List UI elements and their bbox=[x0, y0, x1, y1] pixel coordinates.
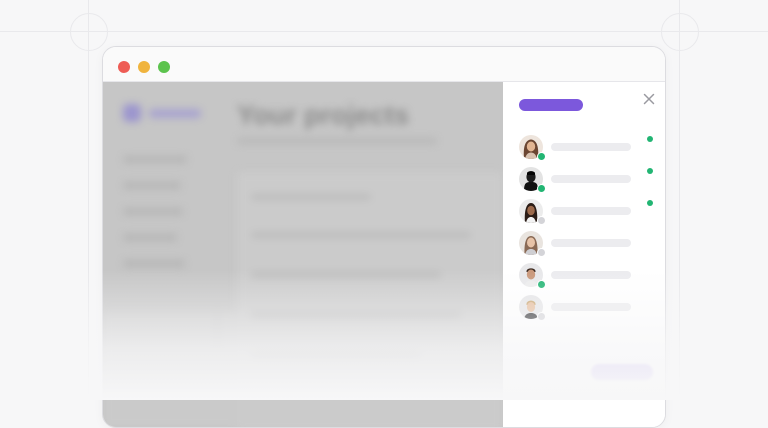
panel-title bbox=[519, 99, 583, 111]
page-subtitle bbox=[237, 138, 437, 144]
sidebar-item bbox=[123, 234, 177, 241]
card-line bbox=[251, 232, 471, 238]
member-name bbox=[551, 175, 631, 183]
avatar bbox=[519, 231, 546, 257]
guide-circle-left bbox=[70, 13, 108, 51]
status-dot bbox=[647, 168, 653, 174]
window-titlebar bbox=[103, 47, 665, 82]
member-row[interactable] bbox=[503, 135, 665, 161]
member-name bbox=[551, 239, 631, 247]
app-window: Your projects bbox=[102, 46, 666, 428]
member-name bbox=[551, 271, 631, 279]
app-logo-icon bbox=[123, 104, 141, 122]
avatar bbox=[519, 263, 546, 289]
member-name bbox=[551, 207, 631, 215]
page-title: Your projects bbox=[237, 100, 410, 130]
avatar bbox=[519, 199, 546, 225]
presence-indicator bbox=[537, 280, 546, 289]
window-minimize-button[interactable] bbox=[138, 61, 150, 73]
guide-line-vertical-left bbox=[88, 0, 89, 400]
sidebar-item bbox=[123, 208, 183, 215]
window-close-button[interactable] bbox=[118, 61, 130, 73]
sidebar-item bbox=[123, 182, 181, 189]
members-panel bbox=[503, 82, 665, 427]
member-row[interactable] bbox=[503, 263, 665, 289]
window-maximize-button[interactable] bbox=[158, 61, 170, 73]
member-row[interactable] bbox=[503, 295, 665, 321]
card-line bbox=[251, 352, 421, 358]
member-row[interactable] bbox=[503, 199, 665, 225]
projects-card bbox=[237, 172, 503, 427]
avatar bbox=[519, 295, 546, 321]
presence-indicator bbox=[537, 248, 546, 257]
guide-circle-right bbox=[661, 13, 699, 51]
blurred-content: Your projects bbox=[103, 82, 503, 427]
member-name bbox=[551, 143, 631, 151]
panel-action-button[interactable] bbox=[591, 364, 653, 380]
blurred-app-background: Your projects bbox=[103, 82, 503, 427]
app-brand bbox=[149, 109, 201, 118]
guide-line-horizontal bbox=[0, 31, 768, 32]
sidebar-item bbox=[123, 156, 187, 163]
close-icon[interactable] bbox=[640, 90, 658, 108]
card-line bbox=[251, 312, 461, 318]
avatar bbox=[519, 167, 546, 193]
presence-indicator bbox=[537, 184, 546, 193]
sidebar-item bbox=[123, 260, 185, 267]
guide-line-vertical-right bbox=[679, 0, 680, 400]
status-dot bbox=[647, 136, 653, 142]
presence-indicator bbox=[537, 152, 546, 161]
status-dot bbox=[647, 200, 653, 206]
member-row[interactable] bbox=[503, 231, 665, 257]
member-row[interactable] bbox=[503, 167, 665, 193]
member-name bbox=[551, 303, 631, 311]
avatar bbox=[519, 135, 546, 161]
card-line bbox=[251, 194, 371, 200]
presence-indicator bbox=[537, 216, 546, 225]
presence-indicator bbox=[537, 312, 546, 321]
divider bbox=[217, 310, 218, 350]
card-line bbox=[251, 272, 441, 278]
